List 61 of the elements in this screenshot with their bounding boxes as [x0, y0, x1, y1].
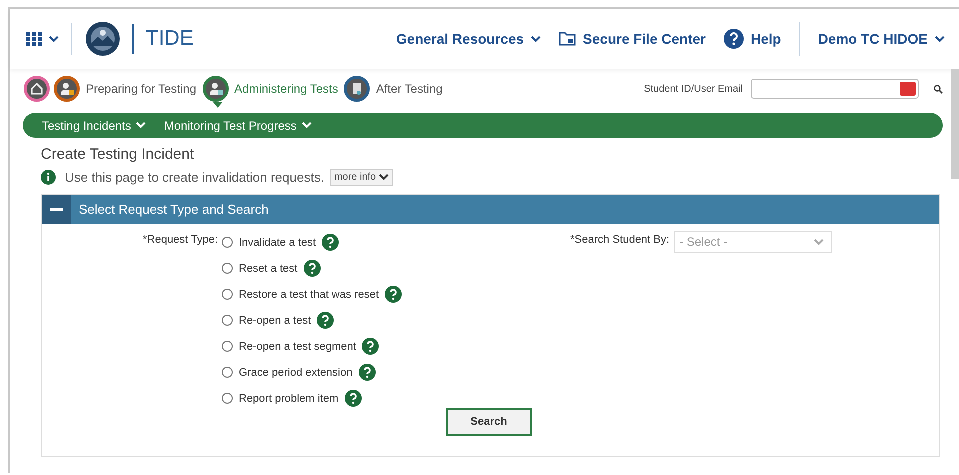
radio-button[interactable]: [222, 237, 233, 248]
password-manager-icon: [900, 82, 916, 96]
radio-button[interactable]: [222, 393, 233, 404]
person-icon[interactable]: [202, 76, 229, 102]
option-label[interactable]: Reset a test: [239, 262, 298, 274]
app-name: TIDE: [132, 24, 194, 54]
radio-button[interactable]: [222, 289, 233, 300]
certificate-icon[interactable]: [344, 76, 370, 102]
option-label[interactable]: Invalidate a test: [239, 236, 316, 248]
menu-link[interactable]: General Resources: [396, 31, 542, 47]
sub-nav-menu[interactable]: Monitoring Test Progress: [164, 118, 312, 132]
radio-button[interactable]: [222, 341, 233, 352]
option-label[interactable]: Restore a test that was reset: [239, 288, 380, 300]
lookup-label: Student ID/User Email: [644, 84, 743, 94]
help-icon[interactable]: [362, 338, 380, 355]
home-icon[interactable]: [24, 76, 50, 102]
grid-icon: [26, 32, 43, 46]
panel-title: Select Request Type and Search: [79, 202, 269, 217]
field-label: *Request Type:: [142, 234, 219, 248]
chevron-icon: [302, 122, 312, 129]
lookup-field[interactable]: [751, 79, 919, 99]
chevron-icon: [136, 122, 146, 129]
chevron-icon: [935, 36, 945, 42]
option-label[interactable]: Re-open a test segment: [239, 340, 356, 352]
radio-button[interactable]: [222, 367, 233, 378]
help-icon[interactable]: [322, 234, 340, 251]
help-icon[interactable]: [317, 312, 334, 329]
header-link[interactable]: Help: [724, 29, 782, 49]
chevron-icon: [49, 36, 59, 42]
option-label[interactable]: Re-open a test: [239, 314, 312, 326]
phase-tab[interactable]: Preparing for Testing: [54, 76, 197, 102]
help-icon[interactable]: [304, 260, 321, 277]
option-label[interactable]: Report problem item: [239, 392, 339, 404]
phase-tab[interactable]: Administering Tests: [202, 76, 338, 102]
sub-nav-menu[interactable]: Testing Incidents: [42, 118, 146, 132]
page-title: Create Testing Incident: [41, 146, 196, 163]
chevron-icon: [814, 238, 824, 246]
phase-tab[interactable]: After Testing: [344, 76, 443, 102]
help-icon: [724, 29, 744, 49]
search-button[interactable]: Search: [446, 408, 532, 436]
help-icon[interactable]: [344, 390, 362, 407]
field-label: *Search Student By:: [570, 234, 670, 246]
help-icon[interactable]: [385, 286, 402, 303]
info-text: Use this page to create invalidation requests.: [65, 170, 324, 185]
search-icon: [934, 84, 942, 94]
option-label[interactable]: Grace period extension: [239, 366, 353, 378]
user-menu[interactable]: Demo TC HIDOE: [799, 22, 945, 56]
chevron-icon: [379, 174, 390, 181]
more-info-button[interactable]: more info: [330, 169, 394, 186]
person-icon[interactable]: [54, 76, 80, 102]
help-icon[interactable]: [358, 364, 376, 381]
chevron-icon: [531, 36, 542, 42]
collapse-button[interactable]: [42, 195, 71, 224]
info-icon: [41, 170, 56, 185]
scrollbar[interactable]: [951, 69, 959, 179]
radio-button[interactable]: [222, 263, 233, 274]
header-link[interactable]: Secure File Center: [559, 31, 706, 47]
apps-menu[interactable]: [26, 23, 72, 55]
seal-logo: [86, 22, 120, 56]
radio-button[interactable]: [222, 315, 233, 326]
folder-icon: [559, 32, 576, 46]
